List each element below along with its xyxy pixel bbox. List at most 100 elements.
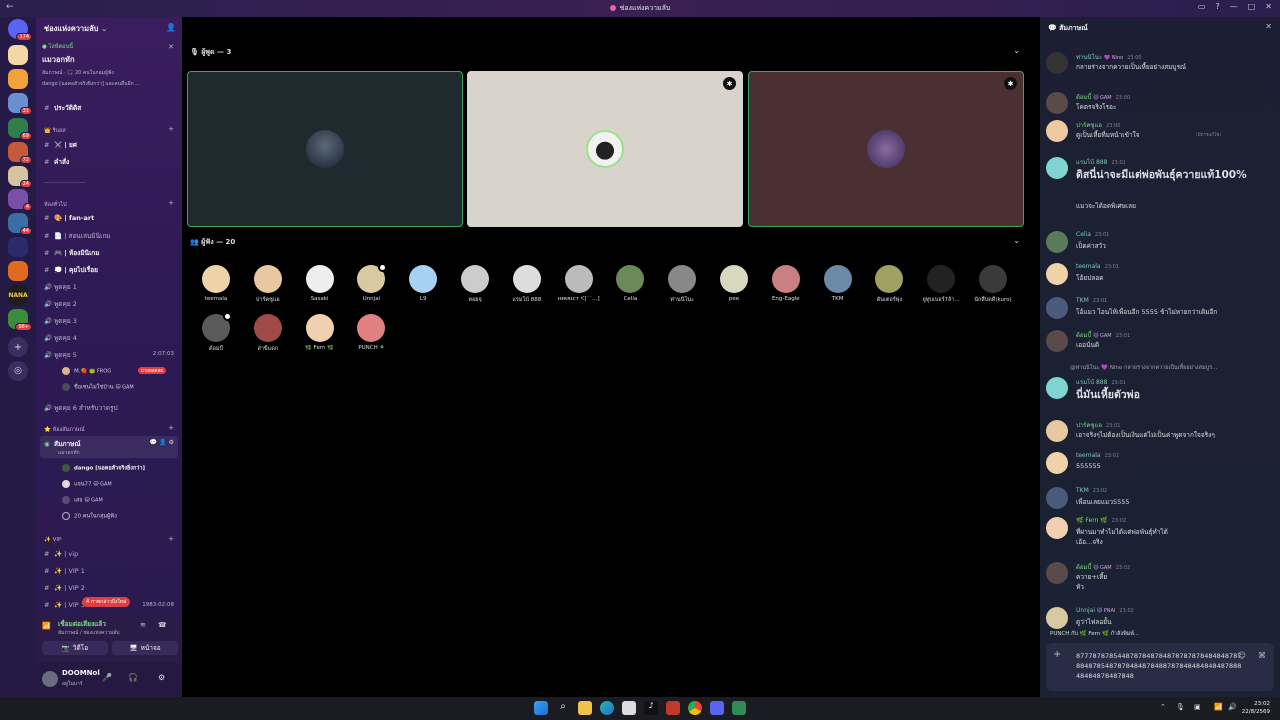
chevron-down-icon[interactable]: ⌄ [1013,46,1020,55]
channel-commands[interactable]: # คำสั่ง [44,157,69,167]
server-icon[interactable]: 44 [8,213,32,235]
add-channel-icon[interactable]: + [168,535,174,543]
server-icon[interactable]: 69 [8,118,32,140]
server-icon[interactable]: 98+ [8,309,32,331]
screen-share-button[interactable]: 🖥 หน้าจอ [112,641,178,655]
headphones-icon[interactable]: 🎧 [128,673,138,682]
voice-location[interactable]: สัมภาษณ์ / ช่องแห่งความลับ [58,629,120,637]
server-icon[interactable] [8,45,28,65]
home-icon[interactable]: 174 [8,19,32,41]
chevron-up-icon[interactable]: ⌃ [1160,703,1166,711]
audience-member[interactable]: 🌿 Fern 🌿 [294,314,346,351]
stage-user[interactable]: แจน77 🐱 GAM [62,480,112,489]
disconnect-icon[interactable]: ☎ [158,621,167,629]
signal-icon[interactable]: 📶 [42,622,51,630]
avatar[interactable] [1046,92,1068,114]
close-icon[interactable]: ✕ [1265,22,1272,31]
emoji-icon[interactable]: ☺ [1238,651,1246,660]
audience-member[interactable]: นักสืบดดี(kuro) [967,265,1019,304]
audience-member[interactable]: L9 [397,265,449,302]
channel-minigame-guide[interactable]: # 📄 | สอนเล่นมินิเกม [44,231,111,241]
audience-member[interactable]: หอยจุ [449,265,501,304]
app-icon[interactable] [666,701,680,715]
add-channel-icon[interactable]: + [168,199,174,207]
microphone-icon[interactable]: 🎤 [102,673,112,682]
channel-fan-art[interactable]: # 🎨 | fan-art [44,214,94,222]
noise-suppression-icon[interactable]: ≋ [140,621,146,629]
author-name[interactable]: แรมโบ้ 888 [1076,159,1107,166]
voice-channel-4[interactable]: 🔊 พูดคุย 4 [44,333,77,343]
avatar[interactable] [1046,487,1068,509]
voice-user[interactable]: M.🍓 🐸 FROG ถ่ายทอดสด [62,367,167,375]
avatar[interactable] [1046,297,1068,319]
avatar[interactable] [1046,52,1068,74]
audience-member[interactable]: PUNCH ⚘ [345,314,397,351]
add-server-icon[interactable]: + [8,337,28,357]
audience-member[interactable]: ด้อมบี้ [190,312,242,353]
audience-member[interactable]: ดันเตอร์พุ่ง [863,265,915,304]
audience-member[interactable]: Celia [604,265,656,302]
avatar[interactable] [42,671,58,687]
avatar[interactable] [1046,420,1068,442]
reply-preview[interactable]: @ท่านนิโนะ 💜 Nino กลายร่างจากควายเป็นเหี… [1070,364,1217,372]
audience-member[interactable]: TKM [812,265,864,302]
audience-member[interactable]: Unnjai [345,263,397,302]
audience-member[interactable]: teemala [190,265,242,302]
stage-channel[interactable]: ◉ สัมภาษณ์ [44,439,81,449]
channel-vip3[interactable]: # ✨ | VIP 3 [44,601,85,609]
stage-audience-count[interactable]: 20 คนในกลุ่มผู้ฟัง [62,512,117,521]
avatar[interactable] [1046,607,1068,629]
channel-vip[interactable]: # ✨ | vip [44,550,78,558]
add-member-icon[interactable]: 👤 [166,23,176,32]
author-name[interactable]: Unnjai [1076,607,1095,614]
app-tray-icon[interactable]: ▣ [1194,703,1201,711]
avatar[interactable] [1046,517,1068,539]
audience-member[interactable]: แรมโบ้ 888 [501,265,553,304]
voice-channel-5[interactable]: 🔊 พูดคุย 5 [44,350,77,360]
author-name[interactable]: แรมโบ้ 888 [1076,379,1107,386]
message-input-text[interactable]: 8777878785448787848784878787878484848787… [1076,651,1242,681]
audience-member[interactable]: ปาร์คซูแอ [242,265,294,304]
channel-minigame[interactable]: # 🎮 | ห้องมินิเกม [44,248,100,258]
author-name[interactable]: teemala [1076,263,1101,270]
stage-user[interactable]: เสธ 🐱 GAM [62,496,103,505]
close-icon[interactable]: ✕ [168,43,174,51]
file-explorer-icon[interactable] [578,701,592,715]
author-name[interactable]: TKM [1076,297,1089,304]
avatar[interactable] [1046,263,1068,285]
speaker-tile[interactable] [187,71,463,227]
discover-icon[interactable]: ◎ [8,361,28,381]
add-channel-icon[interactable]: + [168,125,174,133]
author-name[interactable]: ปาร์คซูแอ [1076,122,1102,129]
category-rules[interactable]: 👑 รีบอส [44,127,66,135]
minimize-button[interactable]: — [1230,2,1238,11]
category-general[interactable]: ห้องทั่วไป [44,201,67,209]
audience-member[interactable]: ท่านนิโนะ [656,265,708,304]
back-arrow-icon[interactable]: ← [6,2,14,12]
server-icon[interactable] [8,69,28,89]
speaker-tile[interactable]: ✱ [748,71,1024,227]
server-icon[interactable]: NANA [8,285,28,305]
volume-icon[interactable]: 🔊 [1228,703,1237,711]
discord-icon[interactable] [710,701,724,715]
microphone-icon[interactable]: 🎙 [1176,703,1185,711]
chevron-down-icon[interactable]: ⌄ [1013,236,1020,245]
stage-user[interactable]: dango [นอคอสัวจริงยิ่งกว่า] [62,464,145,473]
avatar[interactable] [1046,330,1068,352]
voice-channel-2[interactable]: 🔊 พูดคุย 2 [44,299,77,309]
channel-vip2[interactable]: # ✨ | VIP 2 [44,584,85,592]
audience-member[interactable]: Eng-Eagle [760,265,812,302]
avatar[interactable] [1046,120,1068,142]
avatar[interactable] [1046,157,1068,179]
author-name[interactable]: TKM [1076,487,1089,494]
author-name[interactable]: ด้อมบี้ [1076,564,1091,571]
app-icon[interactable] [732,701,746,715]
avatar[interactable] [1046,452,1068,474]
server-header[interactable]: ช่องแห่งความลับ ⌄ [44,23,107,35]
author-name[interactable]: Celia [1076,231,1091,238]
chrome-icon[interactable] [688,701,702,715]
avatar[interactable] [1046,377,1068,399]
server-icon[interactable] [8,261,28,281]
server-icon[interactable]: 31 [8,93,32,115]
server-icon[interactable]: 24 [8,166,32,188]
